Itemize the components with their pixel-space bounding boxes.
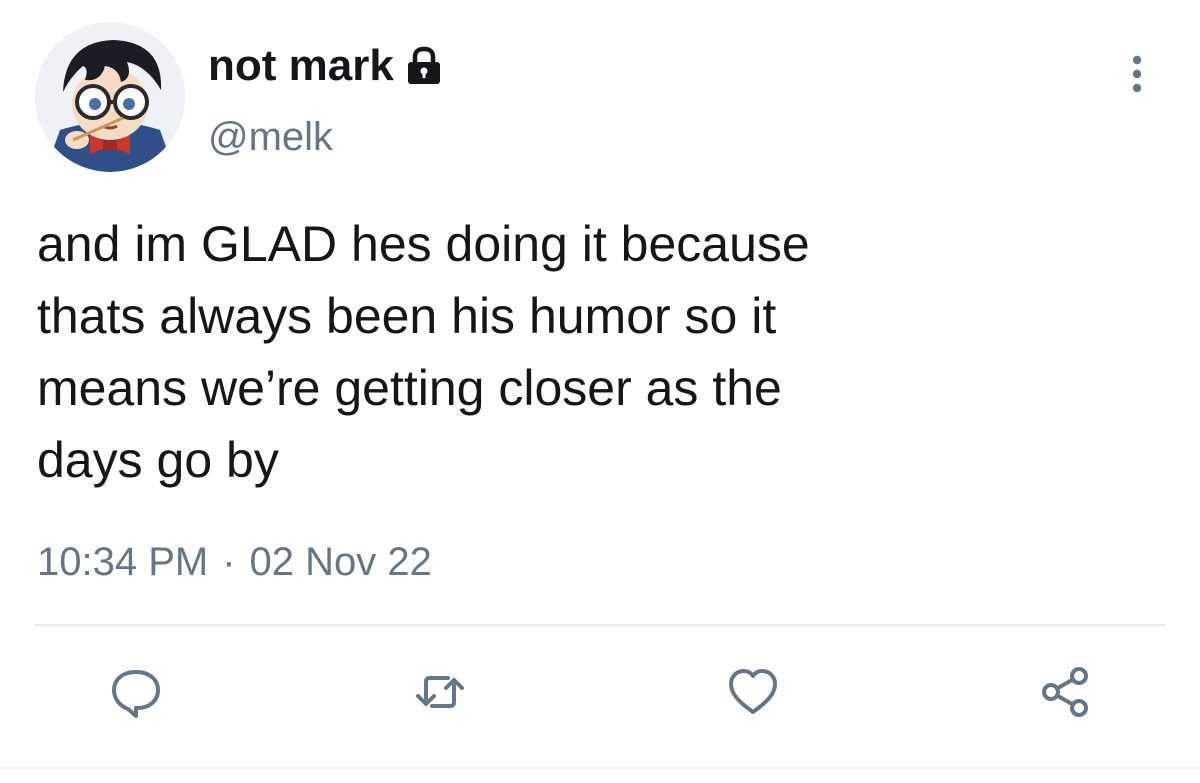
user-handle[interactable]: @melk <box>208 115 333 160</box>
more-vertical-icon[interactable] <box>1122 52 1152 96</box>
display-name-row: not mark <box>208 38 446 94</box>
retweet-icon <box>416 676 464 708</box>
share-button[interactable] <box>1035 662 1095 722</box>
bottom-border <box>0 767 1200 769</box>
avatar[interactable] <box>35 22 185 172</box>
tweet-text: and im GLAD hes doing it because thats a… <box>37 216 810 488</box>
retweet-button[interactable] <box>410 662 470 722</box>
like-button[interactable] <box>723 662 783 722</box>
avatar-image <box>35 22 185 172</box>
share-icon <box>1042 667 1088 717</box>
reply-button[interactable] <box>106 662 166 722</box>
tweet-time[interactable]: 10:34 PM <box>37 540 208 585</box>
action-bar <box>0 662 1200 722</box>
timestamp-row: 10:34 PM · 02 Nov 22 <box>37 540 432 585</box>
reply-icon <box>112 670 160 718</box>
heart-icon <box>729 669 777 714</box>
timestamp-separator: · <box>222 540 236 584</box>
tweet-card: not mark @melk and im GLAD hes doing it … <box>0 0 1200 783</box>
lock-icon <box>402 44 446 88</box>
divider <box>35 624 1165 626</box>
display-name[interactable]: not mark <box>208 41 394 91</box>
tweet-date[interactable]: 02 Nov 22 <box>250 540 432 585</box>
